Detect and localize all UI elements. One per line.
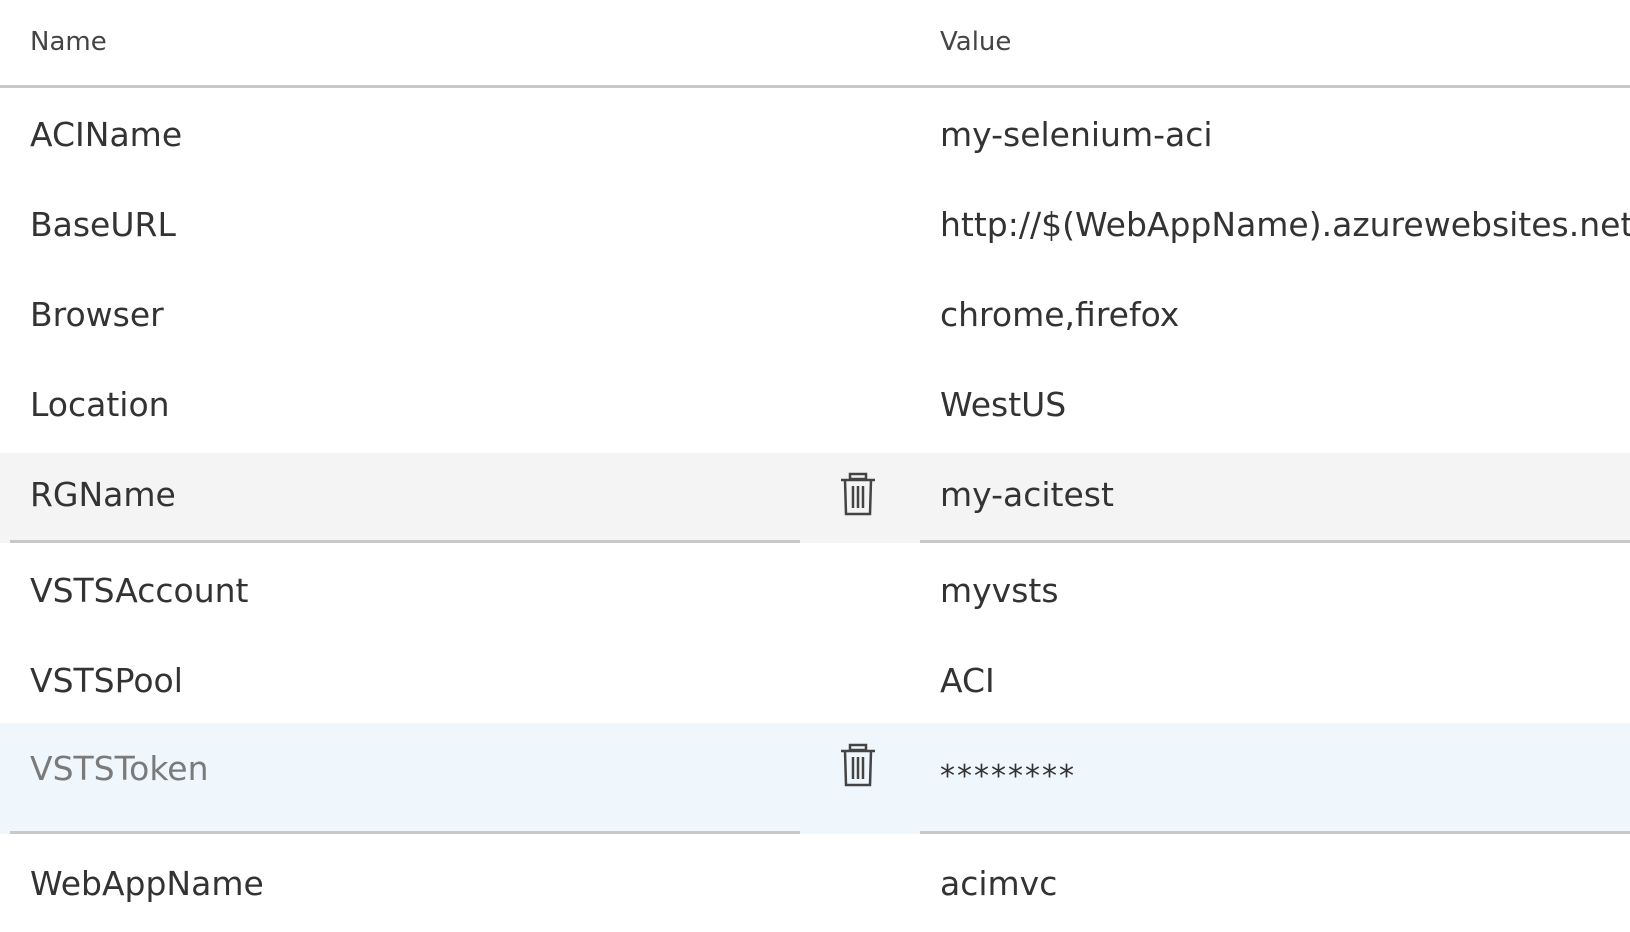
variable-name[interactable]: BaseURL: [30, 205, 176, 244]
variable-value-input[interactable]: my-acitest: [940, 475, 1114, 514]
table-header: Name Value: [0, 0, 1630, 88]
table-row[interactable]: VSTSAccount myvsts: [0, 543, 1630, 633]
variable-value[interactable]: acimvc: [940, 864, 1057, 903]
table-row[interactable]: Browser chrome,firefox: [0, 270, 1630, 360]
column-header-name[interactable]: Name: [30, 27, 107, 57]
table-row[interactable]: WebAppName acimvc: [0, 834, 1630, 930]
variables-table: Name Value ACIName my-selenium-aci BaseU…: [0, 0, 1630, 932]
secret-value-input[interactable]: ********: [940, 759, 1076, 794]
variable-name-input[interactable]: VSTSToken: [30, 749, 209, 788]
variable-name[interactable]: ACIName: [30, 115, 182, 154]
variable-value[interactable]: myvsts: [940, 571, 1059, 610]
variable-name[interactable]: VSTSPool: [30, 661, 183, 700]
variable-name-input[interactable]: RGName: [30, 475, 176, 514]
trash-icon[interactable]: [838, 472, 878, 516]
variable-value[interactable]: chrome,firefox: [940, 295, 1179, 334]
table-row-hovered[interactable]: RGName my-acitest: [0, 453, 1630, 543]
trash-icon[interactable]: [838, 743, 878, 787]
table-row[interactable]: VSTSPool ACI: [0, 633, 1630, 723]
table-row-selected[interactable]: VSTSToken ********: [0, 723, 1630, 834]
variable-value[interactable]: WestUS: [940, 385, 1066, 424]
table-row[interactable]: BaseURL http://$(WebAppName).azurewebsit…: [0, 180, 1630, 270]
variable-value[interactable]: http://$(WebAppName).azurewebsites.net: [940, 205, 1630, 244]
variable-name[interactable]: VSTSAccount: [30, 571, 248, 610]
variable-value[interactable]: ACI: [940, 661, 995, 700]
variable-value[interactable]: my-selenium-aci: [940, 115, 1213, 154]
table-row[interactable]: Location WestUS: [0, 360, 1630, 453]
column-header-value[interactable]: Value: [940, 27, 1011, 57]
variable-name[interactable]: Location: [30, 385, 170, 424]
variable-name[interactable]: Browser: [30, 295, 164, 334]
table-row[interactable]: ACIName my-selenium-aci: [0, 90, 1630, 180]
variable-name[interactable]: WebAppName: [30, 864, 264, 903]
